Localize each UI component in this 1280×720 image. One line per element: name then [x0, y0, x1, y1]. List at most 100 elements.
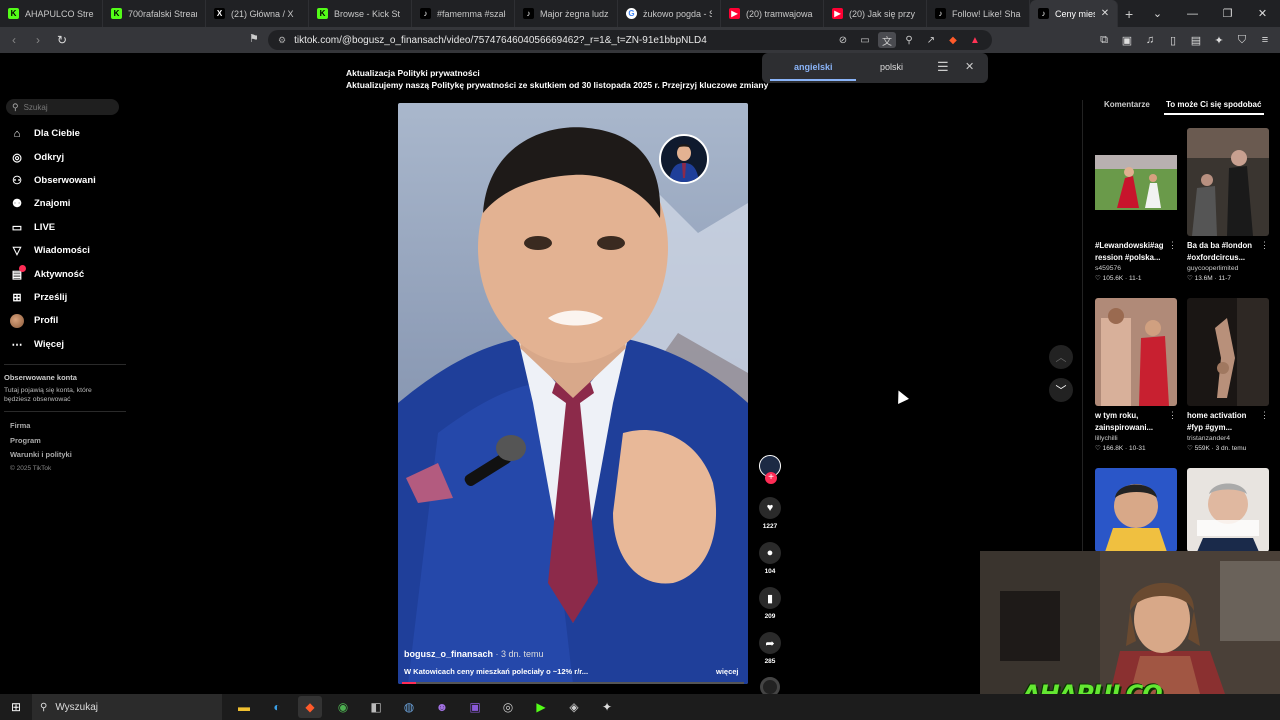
taskbar-search[interactable]: ⚲ Wyszukaj — [32, 694, 222, 720]
screenshot-icon[interactable]: ▣ — [1118, 31, 1136, 49]
sidebar-item-profil[interactable]: Profil — [10, 309, 125, 332]
home-icon: ⌂ — [13, 127, 21, 140]
translate-close-icon[interactable]: ✕ — [965, 60, 974, 73]
bookmark-icon[interactable]: ⚑ — [249, 32, 259, 45]
twitch-icon[interactable]: ▣ — [463, 696, 487, 718]
video-progress-bar[interactable] — [402, 682, 744, 684]
sidebar-item-obserwowani[interactable]: ⚇ Obserwowani — [10, 169, 125, 192]
follow-plus-icon[interactable]: + — [765, 472, 777, 484]
suggested-video-card[interactable]: ⋮ w tym roku, zainspirowani... lillychil… — [1095, 298, 1177, 452]
previous-video-button[interactable]: ︿ — [1049, 345, 1073, 369]
tab[interactable]: ♪ Major żegna ludzi n — [515, 0, 618, 27]
tab-suggested[interactable]: To może Ci się spodobać — [1166, 100, 1261, 109]
app-icon[interactable]: ◧ — [364, 696, 388, 718]
edge-icon[interactable]: ◐ — [265, 696, 289, 718]
footer-link[interactable]: Warunki i polityki — [10, 450, 72, 465]
translate-tab-source[interactable]: angielski — [794, 62, 833, 72]
taskbar-apps: ▬ ◐ ◆ ◉ ◧ ◍ ☻ ▣ ◎ ▶ ◈ ✦ — [232, 696, 619, 718]
kick-app-icon[interactable]: ▶ — [529, 696, 553, 718]
windows-start-icon[interactable]: ⊞ — [0, 700, 32, 714]
share-icon[interactable]: ↗ — [922, 32, 940, 48]
reload-icon[interactable]: ↻ — [52, 30, 72, 50]
menu-icon[interactable]: ≡ — [1256, 31, 1274, 49]
music-icon[interactable]: ♫ — [1141, 31, 1159, 49]
back-icon[interactable]: ‹ — [4, 30, 24, 50]
wallet-icon[interactable]: ▤ — [1187, 31, 1205, 49]
forward-icon[interactable]: › — [28, 30, 48, 50]
zoom-icon[interactable]: ⚲ — [900, 32, 918, 48]
close-tab-icon[interactable]: ✕ — [1101, 8, 1109, 19]
video-author[interactable]: bogusz_o_finansach · 3 dn. temu — [404, 649, 544, 659]
brave-icon[interactable]: ◆ — [298, 696, 322, 718]
restore-button[interactable]: ❐ — [1210, 0, 1245, 27]
footer-link[interactable]: Program — [10, 436, 72, 451]
suggested-video-card[interactable] — [1187, 468, 1269, 552]
sidebar-item-aktywno-[interactable]: ▤ Aktywność — [10, 262, 125, 285]
suggested-video-card[interactable]: ⋮ #Lewandowski#ag ression #polska... s45… — [1095, 128, 1177, 282]
file-explorer-icon[interactable]: ▬ — [232, 696, 256, 718]
tab[interactable]: K AHAPULCO Stream — [0, 0, 103, 27]
tab-search-icon[interactable]: ⌄ — [1140, 0, 1175, 27]
sidebar-item-live[interactable]: ▭ LIVE — [10, 216, 125, 239]
settings-app-icon[interactable]: ✦ — [595, 696, 619, 718]
comment-icon[interactable]: ● — [759, 542, 781, 564]
suggested-video-card[interactable]: ⋮ Ba da ba #london #oxfordcircus... guyc… — [1187, 128, 1269, 282]
like-heart-icon[interactable]: ♥ — [759, 497, 781, 519]
cast-icon[interactable]: ▭ — [856, 32, 874, 48]
card-more-icon[interactable]: ⋮ — [1168, 240, 1177, 251]
site-info-icon[interactable]: ⚙ — [278, 35, 286, 46]
footer-link[interactable]: Firma — [10, 421, 72, 436]
vpn-icon[interactable]: ⛉ — [1233, 31, 1251, 49]
new-tab-button[interactable]: + — [1118, 0, 1140, 27]
share-arrow-icon[interactable]: ➦ — [759, 632, 781, 654]
steam-icon[interactable]: ◍ — [397, 696, 421, 718]
eye-off-icon[interactable]: ⊘ — [834, 32, 852, 48]
tab-comments[interactable]: Komentarze — [1104, 100, 1150, 109]
tab-active[interactable]: ♪ Ceny mieszk ✕ — [1030, 0, 1119, 27]
extensions-icon[interactable]: ⧉ — [1095, 31, 1113, 49]
card-more-icon[interactable]: ⋮ — [1168, 410, 1177, 421]
card-more-icon[interactable]: ⋮ — [1260, 240, 1269, 251]
card-more-icon[interactable]: ⋮ — [1260, 410, 1269, 421]
search-input[interactable]: ⚲ Szukaj — [6, 99, 119, 115]
suggested-video-card[interactable] — [1095, 468, 1177, 552]
sidebar-item-odkryj[interactable]: ◎ Odkryj — [10, 145, 125, 168]
minimize-button[interactable]: — — [1175, 0, 1210, 27]
tab-label: Browse - Kick St — [334, 8, 401, 19]
close-window-button[interactable]: ✕ — [1245, 0, 1280, 27]
sidebar-item-prze-lij[interactable]: ⊞ Prześlij — [10, 286, 125, 309]
tab[interactable]: Gżukowo pogda - Sz — [618, 0, 721, 27]
sidebar-icon[interactable]: ▯ — [1164, 31, 1182, 49]
tab-list: K AHAPULCO Stream K 700rafalski Stream X (21)… — [0, 0, 1030, 27]
sidebar-item-wiadomo-ci[interactable]: ▽ Wiadomości — [10, 239, 125, 262]
translate-tab-target[interactable]: polski — [880, 62, 903, 72]
ai-icon[interactable]: ✦ — [1210, 31, 1228, 49]
tab[interactable]: ▶ (20) tramwajowa ra — [721, 0, 824, 27]
translate-icon[interactable]: 文 — [878, 32, 896, 48]
obs-icon[interactable]: ◎ — [496, 696, 520, 718]
chrome-icon[interactable]: ◉ — [331, 696, 355, 718]
sidebar-item-dla-ciebie[interactable]: ⌂ Dla Ciebie — [10, 122, 125, 145]
next-video-button[interactable]: ﹀ — [1049, 378, 1073, 402]
bookmark-save-icon[interactable]: ▮ — [759, 587, 781, 609]
sidebar-item-wi-cej[interactable]: ⋯ Więcej — [10, 333, 125, 356]
tab[interactable]: X (21) Główna / X — [206, 0, 309, 27]
sidebar-item-znajomi[interactable]: ⚉ Znajomi — [10, 192, 125, 215]
tab[interactable]: ♪ #famemma #szalon — [412, 0, 515, 27]
tab[interactable]: ▶ (20) Jak się przy — [824, 0, 927, 27]
caption-more-link[interactable]: więcej — [716, 667, 739, 676]
video-player[interactable] — [398, 103, 748, 684]
translate-menu-icon[interactable]: ☰ — [937, 59, 949, 75]
privacy-notice[interactable]: Aktualizacja Polityki prywatności Aktual… — [346, 67, 768, 91]
tab[interactable]: K 700rafalski Stream — [103, 0, 206, 27]
brave-shield-icon[interactable]: ◆ — [944, 32, 962, 48]
suggested-video-card[interactable]: ⋮ home activation #fyp #gym... tristanza… — [1187, 298, 1269, 452]
discord-icon[interactable]: ☻ — [430, 696, 454, 718]
tab-label: (20) Jak się przy — [849, 8, 916, 19]
tab[interactable]: K Browse - Kick St — [309, 0, 412, 27]
author-avatar[interactable]: + — [759, 455, 781, 484]
url-bar[interactable]: ⚙ tiktok.com/@bogusz_o_finansach/video/7… — [268, 30, 992, 50]
tab[interactable]: ♪ Follow! Like! Share! — [927, 0, 1030, 27]
brave-rewards-icon[interactable]: ▲ — [966, 32, 984, 48]
game-app-icon[interactable]: ◈ — [562, 696, 586, 718]
